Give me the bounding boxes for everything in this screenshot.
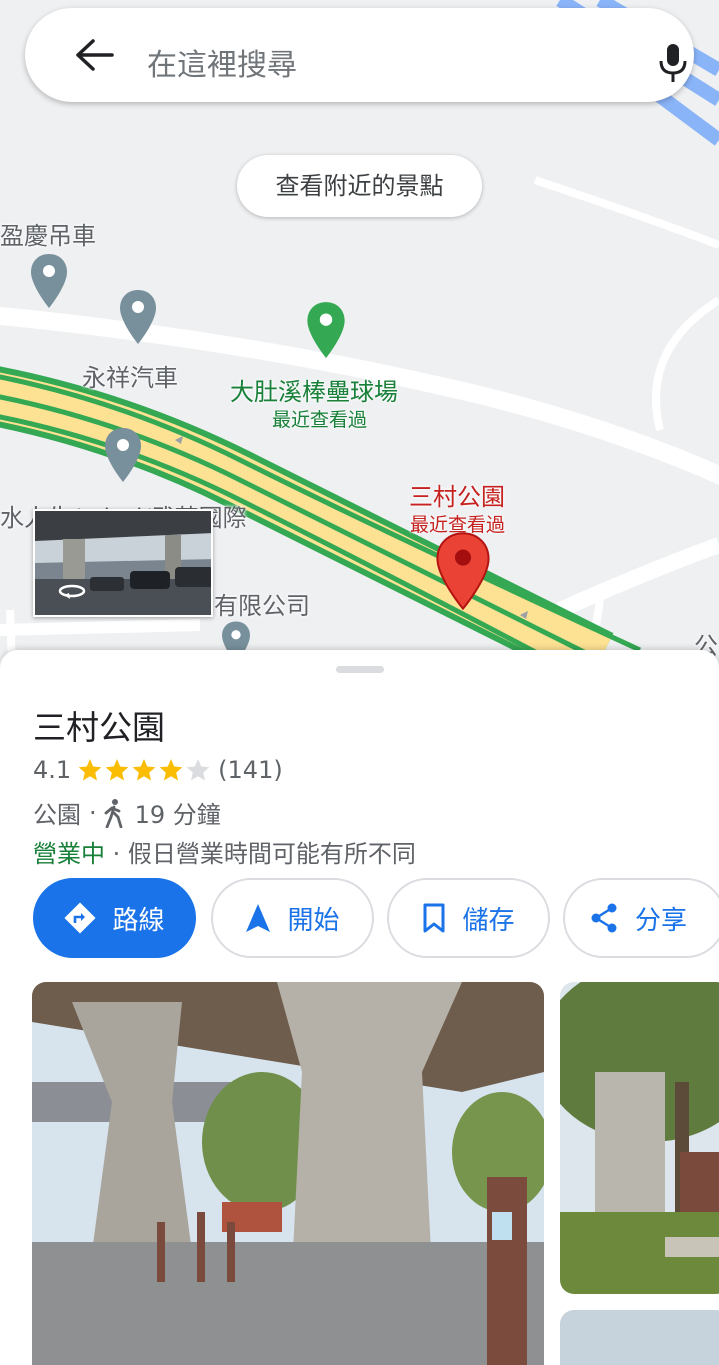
directions-label: 路線 (112, 905, 165, 936)
map-label-ballpark-recent: 最近查看過 (272, 409, 368, 431)
share-button[interactable]: 分享 (563, 878, 719, 958)
star-icon (159, 759, 183, 781)
hours-note: · 假日營業時間可能有所不同 (112, 840, 416, 868)
place-title: 三村公園 (33, 708, 165, 747)
map-label-company[interactable]: 有限公司 (214, 586, 310, 621)
navigation-arrow-icon (246, 904, 271, 932)
rating-row[interactable]: 4.1 (141) (33, 756, 283, 784)
walking-icon (104, 798, 123, 828)
place-bottom-sheet[interactable]: 三村公園 4.1 (141) 公園 · 19 分鐘 營業中 · 假日營業時間可能… (0, 650, 719, 1365)
star-icon (78, 759, 102, 781)
directions-button[interactable]: 路線 (33, 878, 196, 958)
save-label: 儲存 (462, 905, 515, 936)
bookmark-icon (423, 903, 445, 933)
gray-place-pin-icon[interactable] (103, 426, 143, 484)
street-view-thumbnail[interactable] (33, 509, 213, 617)
star-icon (186, 759, 210, 781)
gray-place-pin-icon[interactable] (118, 288, 158, 346)
place-photo[interactable] (32, 982, 544, 1365)
share-label: 分享 (635, 905, 688, 936)
explore-nearby-chip[interactable]: 查看附近的景點 (237, 155, 482, 217)
map-view[interactable]: 在這裡搜尋 查看附近的景點 盈慶吊車 永祥汽車 大肚溪棒壘球場 最近查看過 三村… (0, 0, 719, 665)
review-count[interactable]: (141) (218, 756, 283, 784)
rating-value: 4.1 (33, 756, 72, 784)
action-buttons: 路線 開始 儲存 分享 (33, 878, 719, 958)
rating-stars (77, 757, 212, 783)
type-row: 公園 · 19 分鐘 (33, 795, 221, 830)
map-label-selected-place[interactable]: 三村公園 (409, 477, 505, 512)
start-label: 開始 (287, 905, 340, 936)
directions-icon (64, 902, 97, 934)
start-navigation-button[interactable]: 開始 (211, 878, 374, 958)
gray-place-pin-icon[interactable] (29, 252, 69, 310)
search-input[interactable]: 在這裡搜尋 (147, 40, 297, 84)
open-status: 營業中 (33, 840, 105, 868)
star-icon (132, 759, 156, 781)
map-label-cable-car[interactable]: 盈慶吊車 (0, 216, 96, 251)
walk-time: 19 分鐘 (134, 801, 221, 829)
selected-place-pin-icon[interactable] (436, 532, 490, 610)
place-photo[interactable] (560, 1310, 719, 1365)
separator-dot: · (89, 798, 97, 827)
place-type: 公園 (33, 801, 81, 829)
star-icon (105, 759, 129, 781)
street-view-360-icon (58, 584, 86, 599)
green-park-pin-icon[interactable] (305, 300, 347, 360)
save-button[interactable]: 儲存 (387, 878, 550, 958)
back-arrow-icon[interactable] (75, 38, 115, 72)
microphone-icon[interactable] (656, 42, 690, 84)
map-label-yongxiang[interactable]: 永祥汽車 (82, 358, 178, 393)
place-photo[interactable] (560, 982, 719, 1294)
search-bar[interactable]: 在這裡搜尋 (25, 8, 694, 102)
map-label-ballpark[interactable]: 大肚溪棒壘球場 (230, 372, 398, 407)
share-icon (591, 903, 617, 933)
hours-row[interactable]: 營業中 · 假日營業時間可能有所不同 (33, 834, 416, 869)
sheet-drag-handle[interactable] (336, 666, 384, 673)
